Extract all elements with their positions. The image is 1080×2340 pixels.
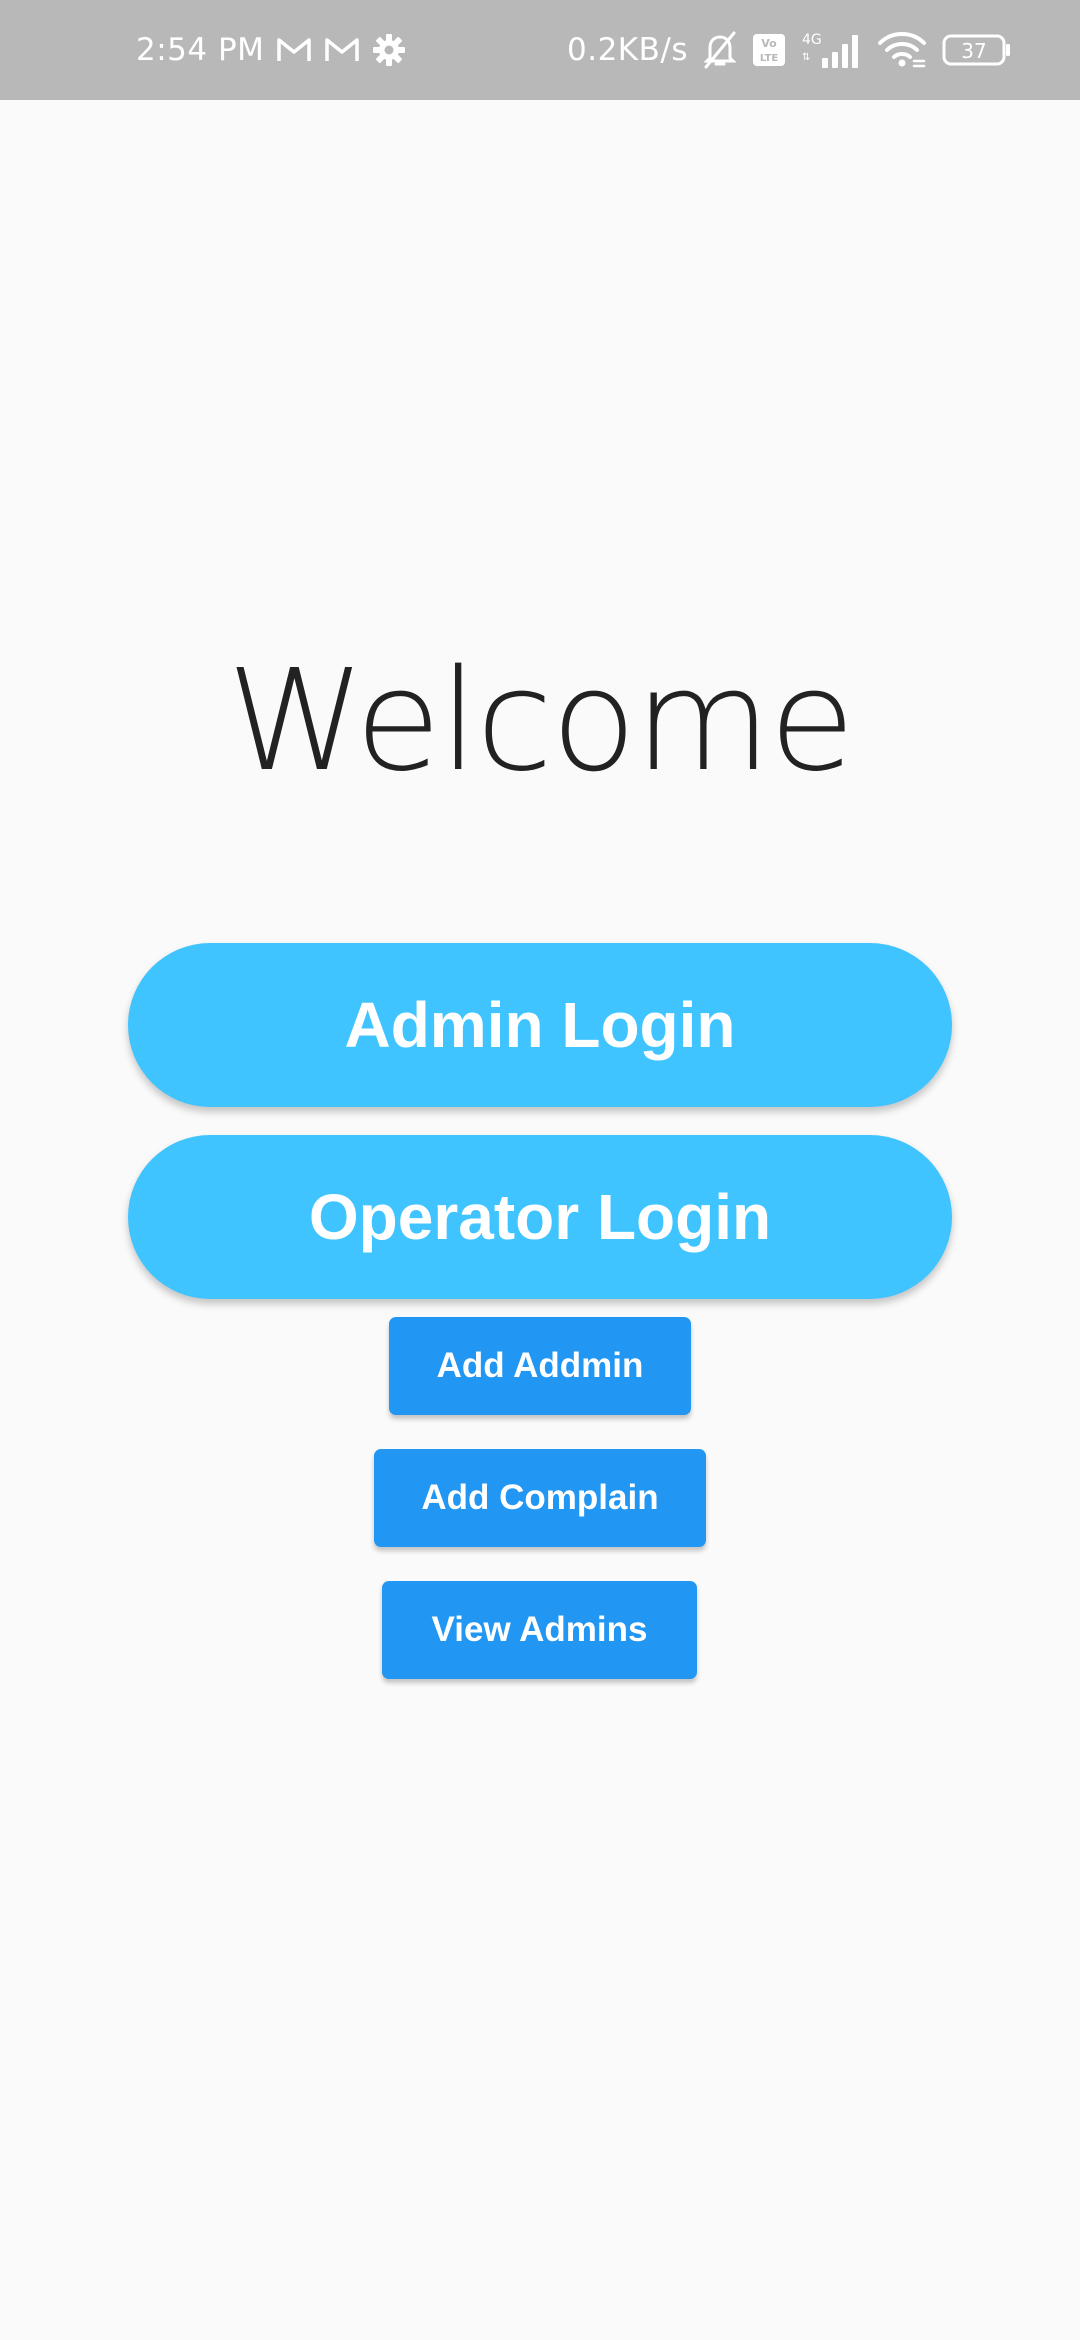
svg-text:⇅: ⇅ <box>802 52 810 63</box>
operator-login-button[interactable]: Operator Login <box>128 1135 952 1299</box>
status-bar: 2:54 PM 0.2KB/s Vo LTE 4G ⇅ 37 <box>0 0 1080 100</box>
battery-level: 37 <box>961 39 986 63</box>
svg-text:Vo: Vo <box>761 37 777 50</box>
status-bar-left: 2:54 PM <box>136 0 406 100</box>
page-title: Welcome <box>226 640 855 803</box>
add-admin-button[interactable]: Add Addmin <box>389 1317 691 1415</box>
mute-bell-icon <box>702 31 738 69</box>
volte-icon: Vo LTE <box>752 33 786 67</box>
wifi-icon <box>878 31 928 69</box>
gmail-icon <box>276 36 312 64</box>
view-admins-button[interactable]: View Admins <box>382 1581 697 1679</box>
network-type-label: 4G <box>802 32 822 48</box>
admin-login-button[interactable]: Admin Login <box>128 943 952 1107</box>
status-bar-right: 0.2KB/s Vo LTE 4G ⇅ 37 <box>567 0 1012 100</box>
gmail-icon <box>324 36 360 64</box>
battery-icon: 37 <box>942 33 1012 67</box>
net-speed: 0.2KB/s <box>567 32 688 68</box>
svg-text:LTE: LTE <box>760 53 779 64</box>
status-time: 2:54 PM <box>136 32 265 68</box>
signal-icon: 4G ⇅ <box>800 30 864 70</box>
settings-gear-icon <box>372 33 406 67</box>
add-complain-button[interactable]: Add Complain <box>374 1449 706 1547</box>
